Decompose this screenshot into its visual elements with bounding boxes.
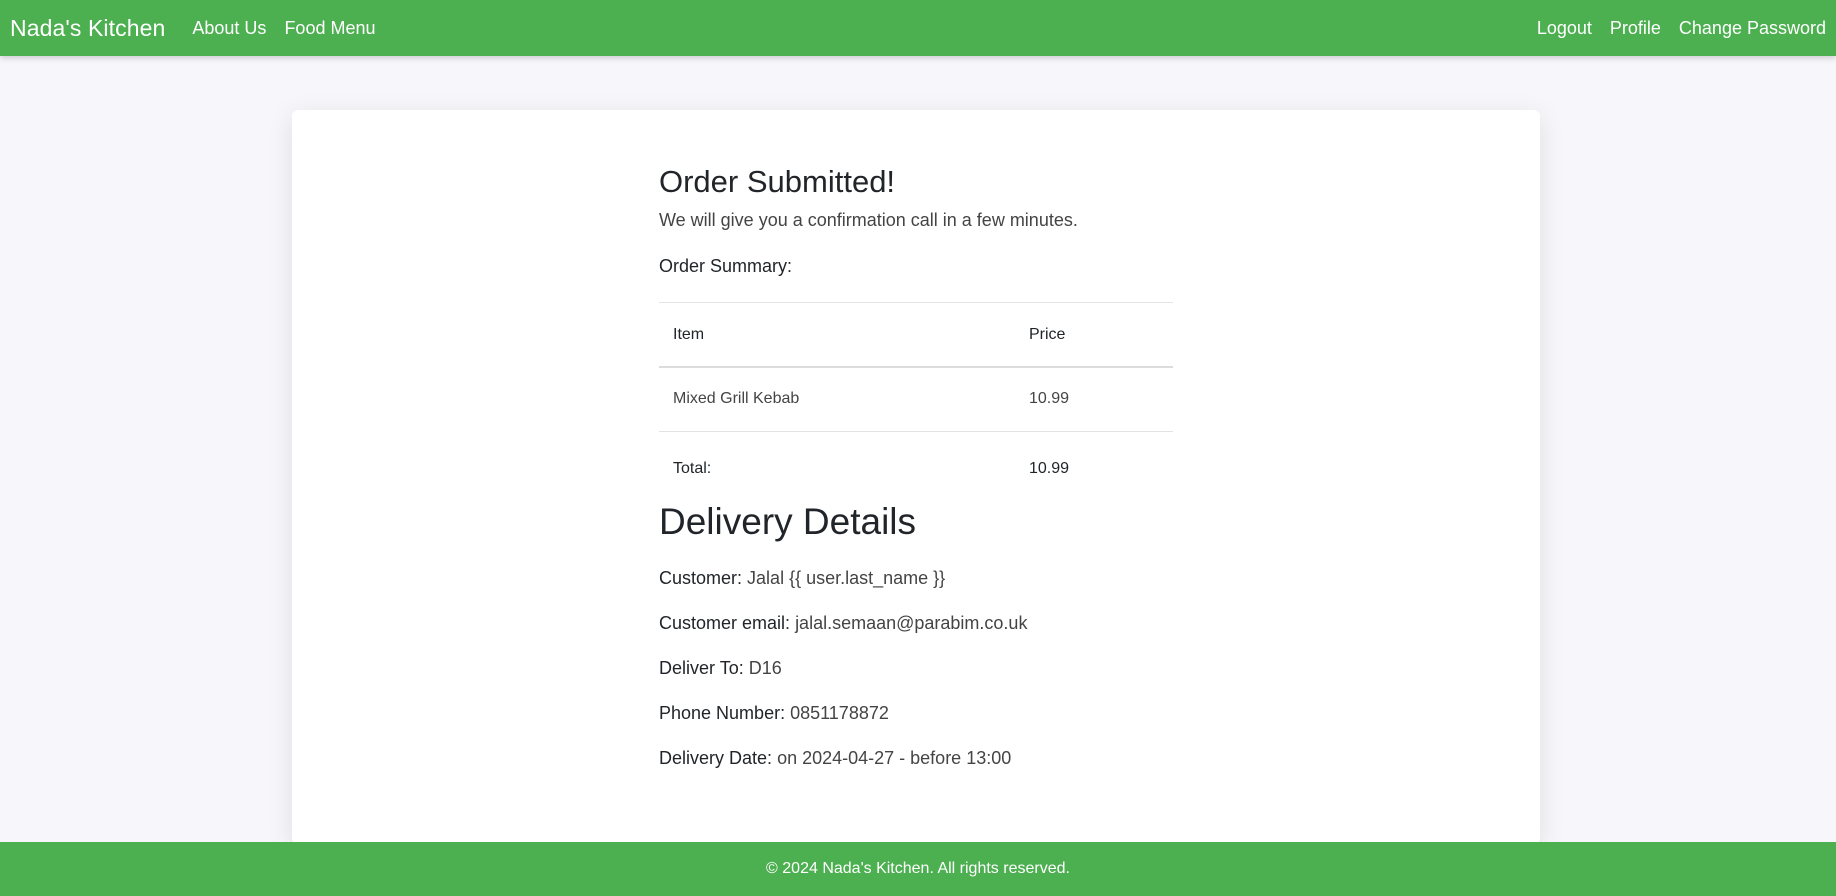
order-summary-table: Item Price Mixed Grill Kebab 10.99 Total…: [659, 303, 1173, 507]
table-row: Mixed Grill Kebab 10.99: [659, 367, 1173, 432]
field-value: D16: [748, 658, 782, 678]
nav-link-about-us[interactable]: About Us: [192, 4, 266, 52]
field-label: Customer:: [659, 568, 743, 588]
navbar-right: Logout Profile Change Password: [1519, 4, 1826, 52]
delivery-field-phone: Phone Number: 0851178872: [659, 701, 1173, 725]
order-content: Order Submitted! We will give you a conf…: [659, 162, 1173, 770]
order-summary-heading: Order Summary:: [659, 256, 793, 276]
footer-copyright: © 2024 Nada's Kitchen. All rights reserv…: [766, 860, 1070, 877]
total-value: 10.99: [1029, 460, 1070, 478]
field-value: 0851178872: [790, 703, 889, 723]
item-name-cell: Mixed Grill Kebab: [659, 367, 1015, 432]
field-label: Phone Number:: [659, 703, 786, 723]
delivery-field-date: Delivery Date: on 2024-04-27 - before 13…: [659, 746, 1173, 770]
total-label: Total:: [673, 460, 712, 478]
nav-link-change-password[interactable]: Change Password: [1679, 4, 1826, 52]
order-confirmation-card: Order Submitted! We will give you a conf…: [292, 110, 1540, 844]
nav-link-food-menu[interactable]: Food Menu: [284, 4, 375, 52]
table-header-row: Item Price: [659, 303, 1173, 368]
page-footer: © 2024 Nada's Kitchen. All rights reserv…: [0, 842, 1836, 896]
nav-link-profile[interactable]: Profile: [1610, 4, 1661, 52]
item-price-cell: 10.99: [1015, 367, 1173, 432]
field-value: Jalal {{ user.last_name }}: [747, 568, 946, 588]
field-label: Deliver To:: [659, 658, 744, 678]
field-value: on 2024-04-27 - before 13:00: [777, 748, 1012, 768]
delivery-details-heading: Delivery Details: [659, 501, 917, 542]
field-value: jalal.semaan@parabim.co.uk: [795, 613, 1028, 633]
navbar-left: Nada's Kitchen About Us Food Menu: [10, 4, 394, 52]
confirmation-message: We will give you a confirmation call in …: [659, 210, 1078, 230]
field-label: Customer email:: [659, 613, 791, 633]
top-navbar: Nada's Kitchen About Us Food Menu Logout…: [0, 0, 1836, 56]
field-label: Delivery Date:: [659, 748, 773, 768]
column-header-item: Item: [659, 303, 1015, 368]
brand-link[interactable]: Nada's Kitchen: [10, 4, 165, 52]
column-header-price: Price: [1015, 303, 1173, 368]
total-row: Total: 10.99: [659, 431, 1173, 507]
delivery-field-address: Deliver To: D16: [659, 656, 1173, 680]
nav-link-logout[interactable]: Logout: [1537, 4, 1592, 52]
delivery-field-email: Customer email: jalal.semaan@parabim.co.…: [659, 611, 1173, 635]
delivery-field-customer: Customer: Jalal {{ user.last_name }}: [659, 566, 1173, 590]
page-title: Order Submitted!: [659, 164, 896, 199]
